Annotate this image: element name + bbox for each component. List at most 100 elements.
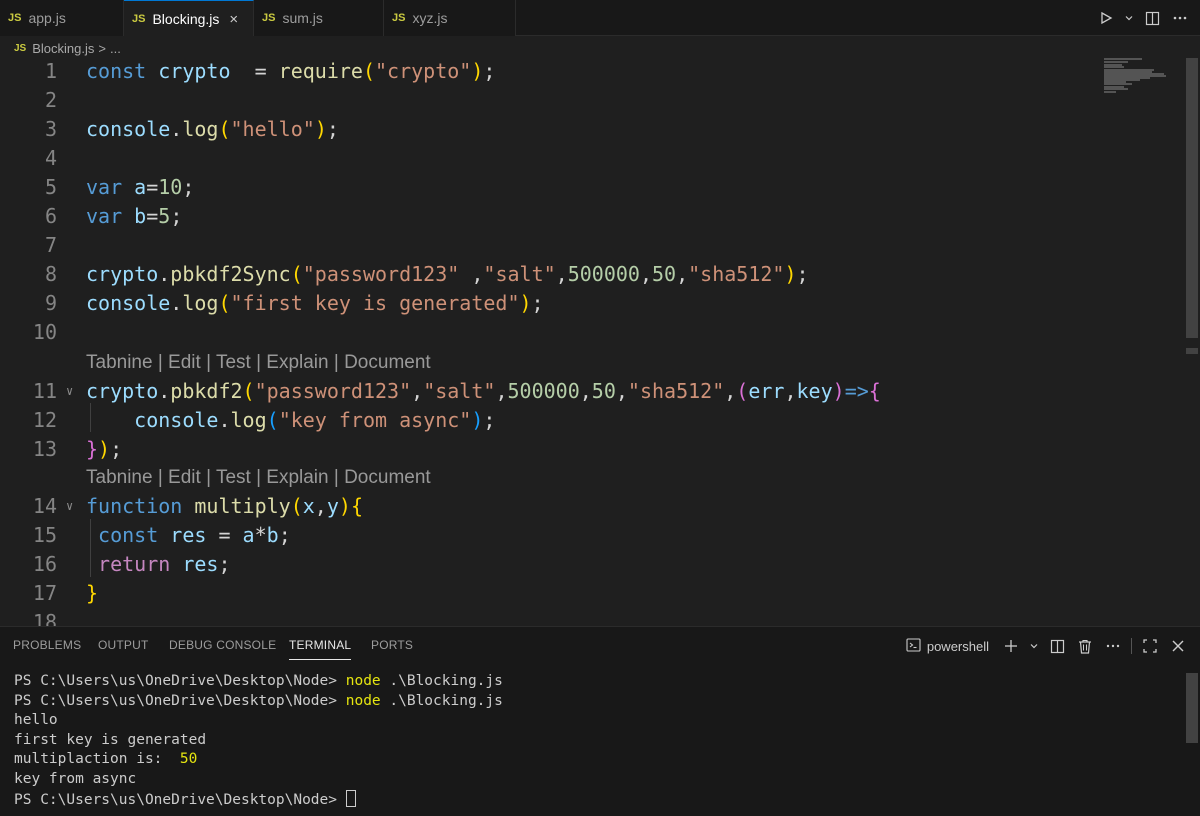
- code-token: pbkdf2Sync: [170, 261, 291, 286]
- code-text: var a=10;: [86, 175, 194, 199]
- breadcrumb-more[interactable]: ...: [110, 41, 121, 56]
- chevron-down-icon[interactable]: [1029, 636, 1039, 656]
- run-icon[interactable]: [1096, 8, 1116, 28]
- tab-debug-console[interactable]: DEBUG CONSOLE: [169, 638, 276, 652]
- code-text: function multiply(x,y){: [86, 494, 363, 518]
- tab-output[interactable]: OUTPUT: [98, 638, 149, 652]
- fold-chevron-icon[interactable]: ∨: [66, 384, 73, 398]
- more-icon[interactable]: [1103, 636, 1123, 656]
- tab-terminal[interactable]: TERMINAL: [289, 638, 352, 660]
- code-token: (: [242, 378, 255, 403]
- terminal-command-arg: .\Blocking.js: [380, 692, 503, 709]
- code-token: ,: [639, 261, 652, 286]
- tab-blocking-js[interactable]: JS Blocking.js ×: [124, 0, 254, 37]
- code-token: =: [146, 174, 159, 199]
- code-token: ;: [170, 203, 183, 228]
- code-line[interactable]: 2: [0, 85, 1100, 114]
- code-token: return: [98, 551, 183, 576]
- split-editor-icon[interactable]: [1142, 8, 1162, 28]
- code-token: =: [230, 58, 279, 83]
- code-line[interactable]: 4: [0, 143, 1100, 172]
- code-line[interactable]: 7: [0, 230, 1100, 259]
- line-number: 10: [32, 319, 57, 344]
- terminal-command-arg: .\Blocking.js: [380, 673, 503, 689]
- code-token: ): [832, 378, 845, 403]
- code-line[interactable]: 15 const res = a*b;: [0, 520, 1100, 549]
- code-token: .: [158, 378, 171, 403]
- editor-scrollbar[interactable]: [1186, 58, 1198, 338]
- fold-chevron-icon[interactable]: ∨: [66, 499, 73, 513]
- code-line[interactable]: 14 ∨ function multiply(x,y){: [0, 491, 1100, 520]
- editor-tab-bar: JS app.js JS Blocking.js × JS sum.js JS …: [0, 0, 1200, 37]
- code-token: (: [736, 378, 749, 403]
- chevron-down-icon[interactable]: [1124, 8, 1134, 28]
- code-line[interactable]: 8 crypto.pbkdf2Sync("password123" ,"salt"…: [0, 259, 1100, 288]
- minimap[interactable]: [1104, 58, 1184, 118]
- code-lens[interactable]: Tabnine | Edit | Test | Explain | Docume…: [86, 351, 431, 375]
- trash-icon[interactable]: [1075, 636, 1095, 656]
- code-line[interactable]: 6 var b=5;: [0, 201, 1100, 230]
- code-line[interactable]: 12 console.log("key from async");: [0, 405, 1100, 434]
- add-icon[interactable]: [1001, 636, 1021, 656]
- code-line[interactable]: 5 var a=10;: [0, 172, 1100, 201]
- more-icon[interactable]: [1170, 8, 1190, 28]
- terminal-shell-selector[interactable]: powershell: [902, 636, 993, 657]
- maximize-icon[interactable]: [1140, 636, 1160, 656]
- js-file-icon: JS: [132, 13, 146, 25]
- code-token: ): [314, 116, 327, 141]
- code-token: (: [266, 407, 279, 432]
- code-token: var: [86, 174, 135, 199]
- terminal-prompt: PS C:\Users\us\OneDrive\Desktop\Node>: [14, 692, 346, 709]
- line-number: 6: [44, 203, 57, 228]
- code-token: ;: [110, 436, 123, 461]
- tab-problems[interactable]: PROBLEMS: [13, 638, 81, 652]
- code-token: ,: [495, 378, 508, 403]
- code-lens[interactable]: Tabnine | Edit | Test | Explain | Docume…: [86, 466, 431, 490]
- close-icon[interactable]: ×: [229, 11, 238, 28]
- tab-app-js[interactable]: JS app.js: [0, 0, 124, 36]
- code-line[interactable]: 10: [0, 317, 1100, 346]
- code-token: ,: [411, 378, 424, 403]
- breadcrumb-file[interactable]: Blocking.js: [32, 41, 94, 56]
- code-line[interactable]: 17}: [0, 578, 1100, 607]
- code-token: (: [218, 290, 231, 315]
- code-line[interactable]: 1 const crypto = require("crypto");: [0, 56, 1100, 85]
- close-icon[interactable]: [1168, 636, 1188, 656]
- code-token: log: [182, 116, 219, 141]
- panel-actions: powershell: [902, 633, 1188, 659]
- code-token: }: [86, 436, 99, 461]
- code-line[interactable]: 16 return res;: [0, 549, 1100, 578]
- code-token: .: [170, 290, 183, 315]
- terminal-output[interactable]: PS C:\Users\us\OneDrive\Desktop\Node> no…: [14, 673, 1174, 810]
- terminal-scrollbar[interactable]: [1186, 673, 1198, 743]
- js-file-icon: JS: [8, 12, 22, 24]
- terminal-command: node: [345, 692, 381, 709]
- tab-sum-js[interactable]: JS sum.js: [254, 0, 384, 36]
- code-token: crypto: [86, 261, 159, 286]
- code-token: .: [218, 407, 231, 432]
- split-terminal-icon[interactable]: [1047, 636, 1067, 656]
- tab-ports[interactable]: PORTS: [371, 638, 413, 652]
- code-token: crypto: [86, 378, 159, 403]
- minimap-line: [1104, 61, 1128, 63]
- tab-label: xyz.js: [412, 10, 448, 26]
- code-text: });: [86, 437, 122, 461]
- code-text: crypto.pbkdf2Sync("password123" ,"salt",…: [86, 262, 809, 286]
- tab-label: app.js: [28, 10, 66, 26]
- code-token: ,: [724, 378, 737, 403]
- code-line[interactable]: 18: [0, 607, 1100, 627]
- code-editor[interactable]: 1 const crypto = require("crypto"); 2 3 cons…: [0, 56, 1200, 627]
- line-number: 2: [44, 87, 57, 112]
- js-file-icon: JS: [392, 12, 406, 24]
- terminal-line: PS C:\Users\us\OneDrive\Desktop\Node> no…: [14, 693, 1174, 713]
- code-line[interactable]: 3 console.log("hello");: [0, 114, 1100, 143]
- code-token: "hello": [230, 116, 315, 141]
- code-token: ;: [483, 58, 496, 83]
- code-token: .: [170, 116, 183, 141]
- code-line[interactable]: 9 console.log("first key is generated");: [0, 288, 1100, 317]
- code-line[interactable]: 13});: [0, 434, 1100, 463]
- code-token: 10: [158, 174, 183, 199]
- line-number: 3: [44, 116, 57, 141]
- tab-xyz-js[interactable]: JS xyz.js: [384, 0, 516, 36]
- code-line[interactable]: 11 ∨ crypto.pbkdf2("password123","salt",50…: [0, 376, 1100, 405]
